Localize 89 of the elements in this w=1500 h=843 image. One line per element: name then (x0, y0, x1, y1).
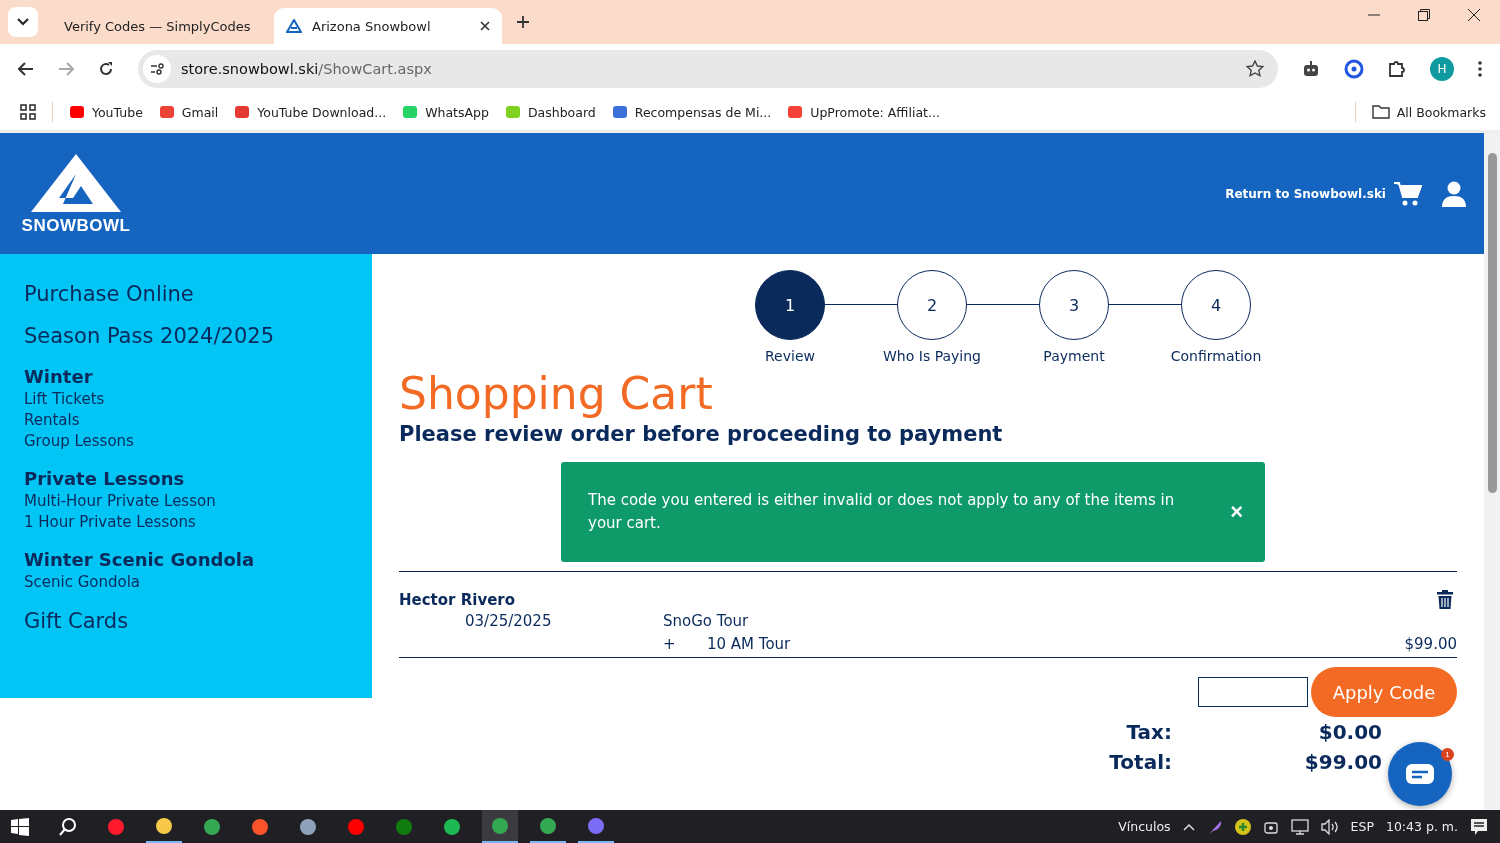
site-settings-icon[interactable] (143, 55, 171, 83)
chat-bubble-icon (1406, 764, 1434, 784)
step-label: Confirmation (1170, 348, 1262, 364)
item-price: $99.00 (1404, 634, 1457, 653)
sidebar-heading: Winter (24, 366, 94, 387)
bookmark-link[interactable]: UpPromote: Affiliat... (787, 104, 940, 120)
step-label: Payment (1043, 348, 1105, 364)
total-value: $0.00 (1317, 720, 1382, 745)
sidebar-link[interactable]: Multi-Hour Private Lesson (24, 492, 348, 510)
bookmark-favicon-icon (158, 104, 175, 120)
option-plus: + (663, 634, 677, 653)
sidebar-heading: Winter Scenic Gondola (24, 549, 256, 570)
sidebar-link[interactable]: Gift Cards (24, 609, 348, 633)
bookmark-link[interactable]: Gmail (158, 104, 219, 120)
scrollbar[interactable] (1484, 133, 1500, 810)
step-label: Who Is Paying (883, 348, 981, 364)
sidebar-link[interactable]: Group Lessons (24, 432, 348, 450)
close-icon[interactable] (480, 21, 490, 31)
bookmark-favicon-icon (402, 104, 419, 120)
bookmark-favicon-icon (787, 104, 804, 120)
step-circle: 2 (897, 270, 967, 340)
step-circle: 1 (755, 270, 825, 340)
browser-tab[interactable]: Arizona Snowbowl (274, 8, 502, 44)
sidebar-link[interactable]: Lift Tickets (24, 390, 348, 408)
tray-label[interactable]: Vínculos (1118, 819, 1171, 834)
plus-circle-icon[interactable] (1234, 818, 1251, 835)
clock[interactable]: 10:43 p. m. (1385, 819, 1458, 834)
language-indicator[interactable]: ESP (1350, 819, 1374, 834)
alert-message: The code you entered is either invalid or does not apply to any of the items in your cart. (588, 490, 1176, 535)
page-title: Shopping Cart (399, 370, 714, 419)
sidebar-link[interactable]: Scenic Gondola (24, 573, 348, 591)
sidebar-link[interactable]: Purchase Online (24, 282, 348, 306)
sidebar-heading: Private Lessons (24, 468, 186, 489)
speaker-icon[interactable] (1320, 818, 1339, 835)
chevron-up-icon[interactable] (1182, 822, 1195, 831)
total-value: $99.00 (1303, 750, 1382, 775)
tab-title: Arizona Snowbowl (312, 18, 432, 34)
return-link[interactable]: Return to Snowbowl.ski (1225, 186, 1386, 201)
back-arrow-icon[interactable] (18, 62, 34, 76)
promo-code-field[interactable] (1198, 677, 1308, 708)
restore-icon[interactable] (1418, 8, 1430, 21)
cart-icon[interactable] (1394, 180, 1422, 207)
notification-badge: 1 (1441, 748, 1454, 761)
reload-icon[interactable] (98, 61, 114, 77)
target-icon[interactable] (1344, 59, 1364, 79)
mountain-icon (286, 19, 302, 33)
chevron-down-icon (17, 18, 29, 26)
notifications-icon[interactable] (1470, 817, 1488, 836)
bookmark-link[interactable]: YouTube Download... (234, 104, 387, 120)
address-bar[interactable]: store.snowbowl.ski/ShowCart.aspx (138, 50, 1278, 88)
menu-icon[interactable] (1478, 61, 1482, 77)
guest-name: Hector Rivero (399, 590, 516, 609)
url-text: store.snowbowl.ski/ShowCart.aspx (181, 61, 433, 77)
bookmark-link[interactable]: Recompensas de Mi... (611, 104, 772, 120)
step-circle: 4 (1181, 270, 1251, 340)
bookmark-favicon-icon (69, 104, 85, 120)
bookmark-favicon-icon (504, 104, 521, 120)
robot-icon[interactable] (1302, 61, 1320, 77)
page-subtitle: Please review order before proceeding to payment (399, 422, 1004, 447)
total-label: Total: (1108, 750, 1172, 775)
sidebar-link[interactable]: 1 Hour Private Lessons (24, 513, 348, 531)
sidebar-link[interactable]: Rentals (24, 411, 348, 429)
product-name: SnoGo Tour (663, 611, 749, 630)
folder-icon (1371, 105, 1390, 119)
puzzle-icon[interactable] (1388, 60, 1406, 78)
cart-date: 03/25/2025 (464, 611, 553, 630)
total-label: Tax: (1125, 720, 1172, 745)
new-tab-icon[interactable] (516, 15, 530, 29)
bookmark-favicon-icon (611, 104, 628, 120)
tab-title: Verify Codes — SimplyCodes (64, 18, 251, 34)
star-icon[interactable] (1246, 60, 1264, 78)
sidebar-link[interactable]: Season Pass 2024/2025 (24, 324, 348, 348)
option-name: 10 AM Tour (707, 634, 791, 653)
browser-tab[interactable]: Verify Codes — SimplyCodes (42, 8, 270, 44)
tab-search-button[interactable] (8, 7, 38, 37)
chat-button[interactable]: 1 (1388, 742, 1452, 806)
bookmark-link[interactable]: WhatsApp (402, 104, 489, 120)
bookmark-link[interactable]: Dashboard (504, 104, 596, 120)
close-icon[interactable] (1468, 8, 1480, 21)
apps-grid-icon[interactable] (20, 104, 36, 120)
step-circle: 3 (1039, 270, 1109, 340)
step-label: Review (765, 348, 815, 364)
bookmark-link[interactable]: YouTube (69, 104, 143, 120)
bookmark-favicon-icon (234, 104, 251, 120)
all-bookmarks-link[interactable]: All Bookmarks (1371, 104, 1486, 120)
network-icon[interactable] (1290, 818, 1309, 835)
trash-icon[interactable] (1437, 590, 1453, 610)
user-icon[interactable] (1442, 180, 1466, 207)
close-button[interactable]: × (1230, 499, 1243, 526)
